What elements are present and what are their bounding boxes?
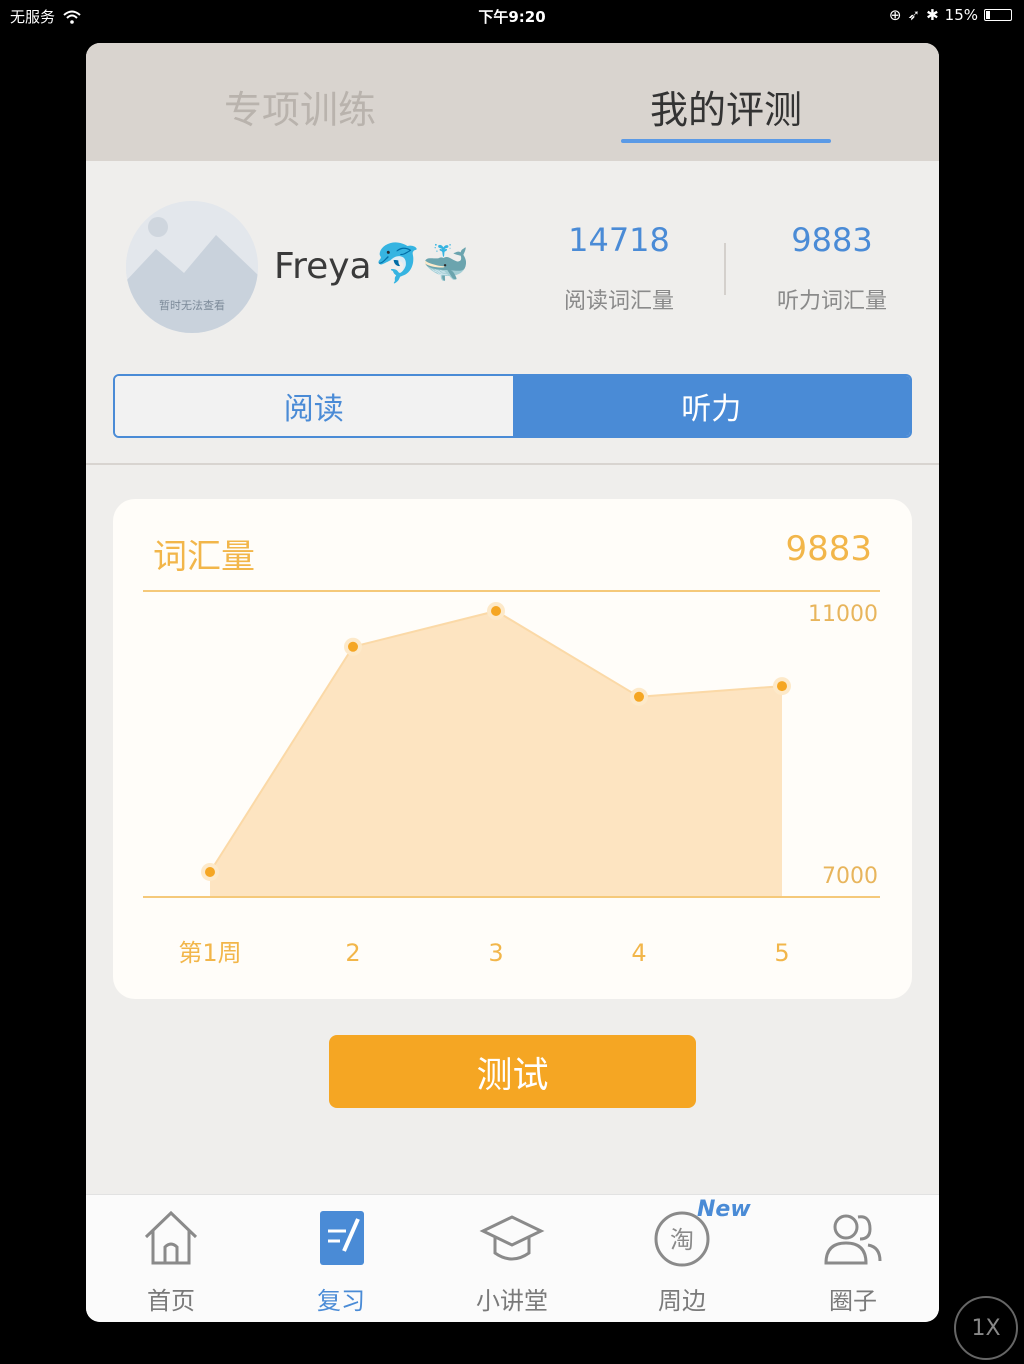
status-bar: 无服务 下午9:20 ⊕ ➶ ✱ 15% <box>0 0 1024 32</box>
y-tick-label: 7000 <box>822 864 878 889</box>
user-name: Freya <box>274 246 372 287</box>
nav-label-circle: 圈子 <box>829 1287 877 1315</box>
chart-point <box>777 681 787 692</box>
app-window: 专项训练 我的评测 暂时无法查看 Freya 🐬 🐳 14718 阅读词汇量 9… <box>86 43 939 1322</box>
listening-vocab-label: 听力词汇量 <box>776 289 887 314</box>
nav-label-review: 复习 <box>317 1287 365 1315</box>
top-tabs: 专项训练 我的评测 <box>86 43 939 161</box>
x-tick-label: 3 <box>488 939 503 967</box>
nav-label-lecture: 小讲堂 <box>476 1287 548 1315</box>
active-tab-indicator <box>621 139 831 143</box>
clock: 下午9:20 <box>478 8 546 26</box>
chart-current-value: 9883 <box>785 529 872 569</box>
test-button[interactable]: 测试 <box>329 1035 696 1108</box>
new-badge: New <box>697 1197 751 1222</box>
dolphin-icon: 🐬 <box>374 241 422 285</box>
nav-item-review[interactable]: 复习 <box>281 1203 401 1318</box>
bottom-nav: 首页 复习 小讲堂 New 淘 周边 圈子 <box>86 1194 939 1322</box>
skill-segmented-control: 阅读 听力 <box>113 374 912 438</box>
avatar-caption: 暂时无法查看 <box>159 298 225 312</box>
reading-vocab-label: 阅读词汇量 <box>563 289 674 314</box>
bluetooth-icon: ✱ <box>926 6 939 24</box>
listening-vocab-stat: 9883 听力词汇量 <box>732 221 932 315</box>
chart-point <box>634 691 644 702</box>
y-tick-label: 11000 <box>808 602 878 627</box>
battery-icon <box>984 9 1012 21</box>
chart-area <box>210 611 782 897</box>
reading-vocab-value: 14718 <box>568 221 670 259</box>
vocab-chart-card: 11000 7000 第1周 2 3 4 5 词汇量 9883 <box>113 499 912 999</box>
stat-divider <box>724 243 726 295</box>
segment-reading[interactable]: 阅读 <box>115 376 513 436</box>
location-icon: ➶ <box>907 6 921 24</box>
nav-item-nearby[interactable]: New 淘 周边 <box>622 1197 751 1318</box>
tab-my-assessment[interactable]: 我的评测 <box>576 79 876 134</box>
orientation-lock-icon: ⊕ <box>888 6 902 24</box>
profile-section: 暂时无法查看 Freya 🐬 🐳 14718 阅读词汇量 9883 听力词汇量 <box>86 161 939 341</box>
home-icon <box>144 1210 198 1265</box>
reading-vocab-stat: 14718 阅读词汇量 <box>519 221 719 315</box>
chart-point <box>205 866 215 877</box>
x-tick-label: 4 <box>631 939 646 967</box>
graduation-cap-icon <box>479 1215 545 1261</box>
x-tick-label: 2 <box>345 939 360 967</box>
divider <box>86 463 939 465</box>
chart-point <box>348 641 358 652</box>
chart-title: 词汇量 <box>153 537 255 577</box>
avatar-placeholder-icon: 暂时无法查看 <box>126 201 258 333</box>
nav-item-lecture[interactable]: 小讲堂 <box>452 1203 572 1318</box>
listening-vocab-value: 9883 <box>791 221 873 259</box>
avatar[interactable]: 暂时无法查看 <box>126 201 258 333</box>
segment-listening[interactable]: 听力 <box>512 376 910 436</box>
nav-label-home: 首页 <box>147 1287 195 1315</box>
x-tick-label: 5 <box>774 939 789 967</box>
nav-item-circle[interactable]: 圈子 <box>793 1203 913 1318</box>
review-icon <box>320 1211 364 1265</box>
nav-item-home[interactable]: 首页 <box>111 1203 231 1318</box>
chart-point <box>491 606 501 616</box>
playback-speed-badge[interactable]: 1X <box>954 1296 1018 1360</box>
tab-special-training[interactable]: 专项训练 <box>150 79 450 134</box>
svg-text:淘: 淘 <box>670 1226 694 1254</box>
x-tick-label: 第1周 <box>178 939 241 967</box>
nav-label-nearby: 周边 <box>658 1287 706 1315</box>
people-icon <box>824 1214 882 1265</box>
whale-icon: 🐳 <box>422 241 470 285</box>
battery-percent: 15% <box>944 6 978 24</box>
